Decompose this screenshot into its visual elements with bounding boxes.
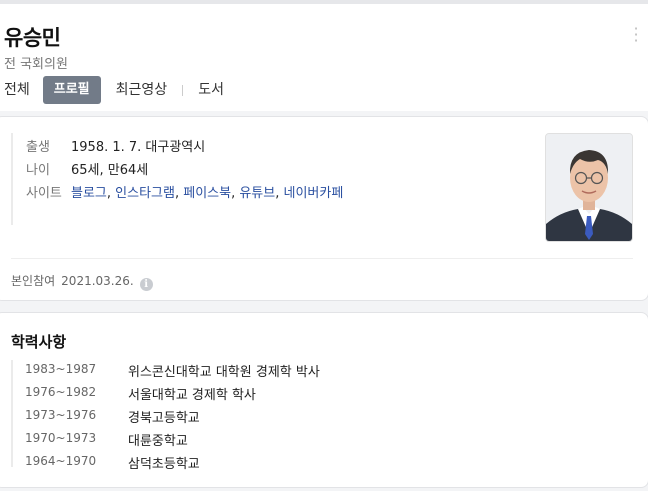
education-school: 위스콘신대학교 대학원 경제학 박사 — [128, 365, 320, 380]
education-school: 경북고등학교 — [128, 411, 200, 426]
education-bar — [11, 360, 13, 467]
education-school: 대륜중학교 — [128, 434, 188, 449]
birth-label: 출생 — [26, 140, 50, 155]
card-divider — [11, 258, 633, 259]
profile-photo[interactable] — [545, 133, 633, 242]
education-years: 1964~1970 — [25, 454, 97, 468]
tab-profile[interactable]: 프로필 — [42, 76, 101, 104]
age-label: 나이 — [26, 163, 50, 178]
tab-bar: 전체 프로필 최근영상 도서 — [0, 76, 224, 104]
education-years: 1983~1987 — [25, 362, 97, 376]
tab-books[interactable]: 도서 — [198, 76, 224, 104]
site-link-naver-cafe[interactable]: 네이버카페 — [284, 186, 344, 201]
education-years: 1970~1973 — [25, 431, 97, 445]
info-bar — [11, 133, 13, 225]
verified-date: 2021.03.26. — [61, 274, 134, 288]
person-name: 유승민 — [4, 26, 61, 50]
portrait-image — [546, 134, 632, 241]
site-link-instagram[interactable]: 인스타그램 — [115, 186, 175, 201]
profile-card: 출생 1958. 1. 7. 대구광역시 나이 65세, 만64세 사이트 블로… — [0, 116, 648, 301]
more-options-icon[interactable]: · · · — [630, 21, 642, 49]
education-years: 1976~1982 — [25, 385, 97, 399]
education-school: 서울대학교 경제학 학사 — [128, 388, 256, 403]
person-subtitle: 전 국회의원 — [4, 57, 68, 72]
education-years: 1973~1976 — [25, 408, 97, 422]
info-circle-icon[interactable]: i — [139, 278, 153, 291]
education-school: 삼덕초등학교 — [128, 457, 200, 472]
sites-links: 블로그, 인스타그램, 페이스북, 유튜브, 네이버카페 — [71, 186, 344, 201]
sites-label: 사이트 — [26, 186, 62, 201]
profile-header: 유승민 · · · 전 국회의원 전체 프로필 최근영상 도서 — [0, 4, 648, 111]
birth-value: 1958. 1. 7. 대구광역시 — [71, 140, 206, 155]
verified-info: 본인참여 2021.03.26. i — [11, 272, 153, 291]
site-link-youtube[interactable]: 유튜브 — [239, 186, 275, 201]
education-card: 학력사항 1983~1987 위스콘신대학교 대학원 경제학 박사 1976~1… — [0, 312, 648, 488]
tab-all[interactable]: 전체 — [4, 76, 30, 104]
education-title: 학력사항 — [11, 333, 67, 351]
site-link-facebook[interactable]: 페이스북 — [183, 186, 231, 201]
tab-recent-videos[interactable]: 최근영상 — [116, 76, 168, 104]
tab-separator — [182, 84, 184, 96]
verified-label: 본인참여 — [11, 274, 56, 288]
age-value: 65세, 만64세 — [71, 163, 149, 178]
site-link-blog[interactable]: 블로그 — [71, 186, 107, 201]
